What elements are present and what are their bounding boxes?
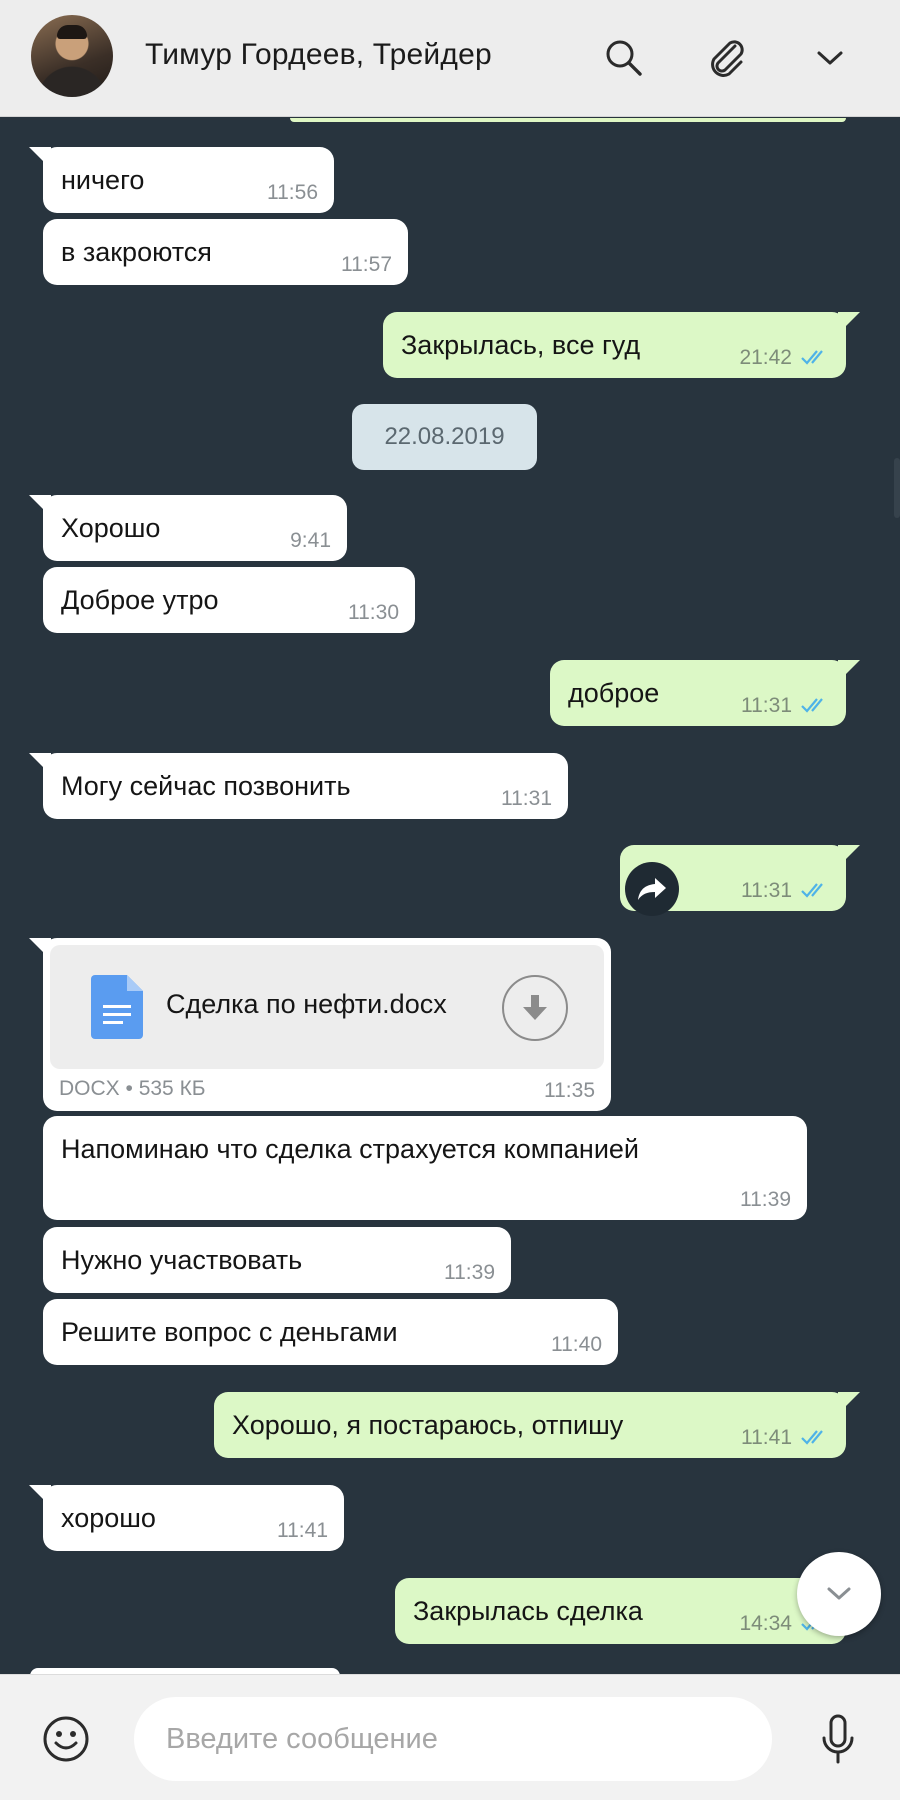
message-text: Нужно участвовать — [61, 1245, 303, 1275]
message-time: 11:31 — [741, 879, 792, 902]
message-text: Могу сейчас позвонить — [61, 771, 351, 801]
message-text: доброе — [568, 678, 660, 708]
microphone-button[interactable] — [810, 1709, 866, 1771]
chevron-down-icon — [827, 1587, 851, 1600]
search-button[interactable] — [596, 30, 652, 86]
download-button[interactable] — [502, 975, 568, 1041]
incoming-message[interactable]: ничего 11:56 — [29, 147, 334, 213]
message-text: хорошо — [61, 1503, 156, 1533]
message-input[interactable] — [134, 1697, 772, 1781]
message-text: Напоминаю что сделка страхуется компание… — [61, 1134, 639, 1164]
paperclip-icon — [711, 40, 744, 77]
message-time: 11:39 — [444, 1261, 495, 1284]
message-time: 9:41 — [290, 529, 331, 552]
outgoing-message[interactable]: Закрылась, все гуд 21:42 — [383, 312, 860, 378]
incoming-message[interactable]: Решите вопрос с деньгами 11:40 — [43, 1299, 618, 1365]
read-ticks-icon — [801, 1430, 823, 1445]
contact-avatar[interactable] — [31, 15, 113, 97]
chat-header: Тимур Гордеев, Трейдер — [0, 0, 900, 117]
read-ticks-icon — [801, 698, 823, 713]
incoming-message[interactable]: Могу сейчас позвонить 11:31 — [29, 753, 568, 819]
message-text: Хорошо, я постараюсь, отпишу — [232, 1410, 624, 1440]
message-time: 11:30 — [348, 601, 399, 624]
message-time: 11:57 — [341, 253, 392, 276]
forward-arrow-icon — [638, 878, 666, 900]
outgoing-message[interactable]: доброе 11:31 — [550, 660, 860, 726]
read-ticks-icon — [801, 883, 823, 898]
document-file-icon — [91, 975, 143, 1039]
message-time: 11:31 — [501, 787, 552, 810]
previous-message-edge — [290, 118, 846, 122]
incoming-document-message[interactable]: Сделка по нефти.docx DOCX • 535 КБ 11:35 — [29, 938, 611, 1111]
message-time: 21:42 — [739, 346, 792, 369]
message-time: 11:56 — [267, 181, 318, 204]
message-text: Решите вопрос с деньгами — [61, 1317, 398, 1347]
microphone-icon — [822, 1714, 854, 1764]
outgoing-message[interactable]: Хорошо, я постараюсь, отпишу 11:41 — [214, 1392, 860, 1458]
message-time: 11:35 — [544, 1079, 595, 1102]
outgoing-message[interactable]: Закрылась сделка 14:34 — [395, 1578, 860, 1644]
chevron-down-icon — [817, 51, 843, 65]
incoming-message[interactable]: хорошо 11:41 — [29, 1485, 344, 1551]
message-time: 11:40 — [551, 1333, 602, 1356]
read-ticks-icon — [801, 350, 823, 365]
incoming-message[interactable]: Напоминаю что сделка страхуется компание… — [43, 1116, 807, 1220]
emoji-button[interactable] — [38, 1711, 94, 1767]
document-card[interactable]: Сделка по нефти.docx — [50, 945, 604, 1069]
download-arrow-icon — [523, 995, 547, 1020]
message-text: Доброе утро — [61, 585, 219, 615]
message-composer — [0, 1674, 900, 1800]
message-text: Закрылась сделка — [413, 1596, 643, 1626]
message-text: в закроются — [61, 237, 212, 267]
message-text: ничего — [61, 165, 145, 195]
contact-name[interactable]: Тимур Гордеев, Трейдер — [145, 38, 492, 72]
message-text: Хорошо — [61, 513, 161, 543]
scrollbar[interactable] — [894, 458, 900, 518]
forward-button[interactable] — [625, 862, 679, 916]
incoming-message[interactable]: в закроются 11:57 — [43, 219, 408, 285]
message-time: 14:34 — [739, 1612, 792, 1635]
document-filename: Сделка по нефти.docx — [166, 989, 447, 1019]
incoming-message[interactable]: Доброе утро 11:30 — [43, 567, 415, 633]
header-menu-button[interactable] — [802, 30, 858, 86]
incoming-message[interactable]: Хорошо 9:41 — [29, 495, 347, 561]
message-time: 11:31 — [741, 694, 792, 717]
message-time: 11:41 — [277, 1519, 328, 1542]
message-text: Закрылась, все гуд — [401, 330, 641, 360]
message-time: 11:41 — [741, 1426, 792, 1449]
search-icon — [606, 40, 642, 76]
message-time: 11:39 — [740, 1188, 791, 1211]
message-list[interactable]: ничего 11:56 в закроются 11:57 Закрылась… — [0, 118, 900, 1674]
attach-button[interactable] — [699, 30, 755, 86]
incoming-message[interactable]: Нужно участвовать 11:39 — [43, 1227, 511, 1293]
document-meta: DOCX • 535 КБ — [59, 1077, 206, 1100]
emoji-icon — [43, 1716, 89, 1762]
date-separator: 22.08.2019 — [352, 404, 537, 470]
scroll-to-bottom-button[interactable] — [797, 1552, 881, 1636]
